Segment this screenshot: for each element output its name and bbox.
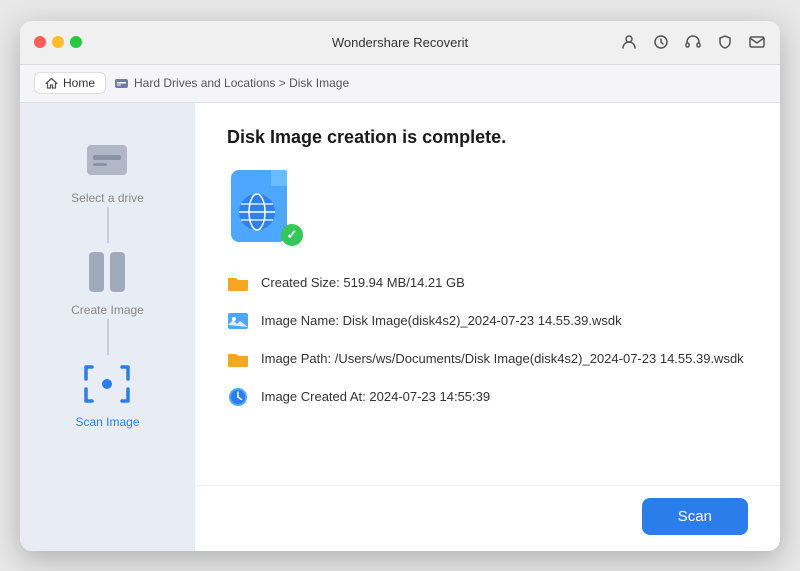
info-item-created-size: Created Size: 519.94 MB/14.21 GB [227, 272, 748, 294]
clock-icon-created [227, 386, 249, 408]
info-item-image-name: Image Name: Disk Image(disk4s2)_2024-07-… [227, 310, 748, 332]
app-title: Wondershare Recoverit [332, 35, 468, 50]
created-size-text: Created Size: 519.94 MB/14.21 GB [261, 275, 465, 290]
minimize-button[interactable] [52, 36, 64, 48]
select-drive-icon [80, 133, 134, 187]
main-content: Disk Image creation is complete. [195, 103, 780, 485]
info-list: Created Size: 519.94 MB/14.21 GB Image N… [227, 272, 748, 408]
file-preview: ✓ [227, 168, 748, 248]
info-item-image-created: Image Created At: 2024-07-23 14:55:39 [227, 386, 748, 408]
disk-icon [114, 76, 129, 91]
navbar: Home Hard Drives and Locations > Disk Im… [20, 65, 780, 103]
image-path-text: Image Path: /Users/ws/Documents/Disk Ima… [261, 351, 744, 366]
connector-2 [107, 319, 109, 355]
breadcrumb: Hard Drives and Locations > Disk Image [114, 76, 349, 91]
folder-icon-path [227, 348, 249, 370]
footer: Scan [195, 485, 780, 551]
history-icon[interactable] [652, 33, 670, 51]
completion-checkmark: ✓ [281, 224, 303, 246]
image-icon-name [227, 310, 249, 332]
app-window: Wondershare Recoverit [20, 21, 780, 551]
image-created-text: Image Created At: 2024-07-23 14:55:39 [261, 389, 490, 404]
main-area: Select a drive Create Image [20, 103, 780, 551]
shield-icon[interactable] [716, 33, 734, 51]
close-button[interactable] [34, 36, 46, 48]
info-item-image-path: Image Path: /Users/ws/Documents/Disk Ima… [227, 348, 748, 370]
maximize-button[interactable] [70, 36, 82, 48]
home-button[interactable]: Home [34, 72, 106, 94]
mail-icon[interactable] [748, 33, 766, 51]
scan-button[interactable]: Scan [642, 498, 748, 535]
scan-image-icon [80, 357, 134, 411]
sidebar-step-create-image: Create Image [71, 245, 144, 317]
image-name-text: Image Name: Disk Image(disk4s2)_2024-07-… [261, 313, 622, 328]
page-title: Disk Image creation is complete. [227, 127, 748, 148]
home-icon [45, 77, 58, 90]
sidebar: Select a drive Create Image [20, 103, 195, 551]
titlebar: Wondershare Recoverit [20, 21, 780, 65]
titlebar-actions [620, 33, 766, 51]
file-icon-wrapper: ✓ [227, 168, 299, 248]
headset-icon[interactable] [684, 33, 702, 51]
create-image-icon [80, 245, 134, 299]
connector-1 [107, 207, 109, 243]
sidebar-step-select-drive: Select a drive [71, 133, 144, 205]
account-icon[interactable] [620, 33, 638, 51]
create-image-label: Create Image [71, 303, 144, 317]
sidebar-step-scan-image: Scan Image [75, 357, 139, 429]
scan-image-label: Scan Image [75, 415, 139, 429]
folder-icon-size [227, 272, 249, 294]
select-drive-label: Select a drive [71, 191, 144, 205]
content-area: Disk Image creation is complete. [195, 103, 780, 551]
traffic-lights [34, 36, 82, 48]
